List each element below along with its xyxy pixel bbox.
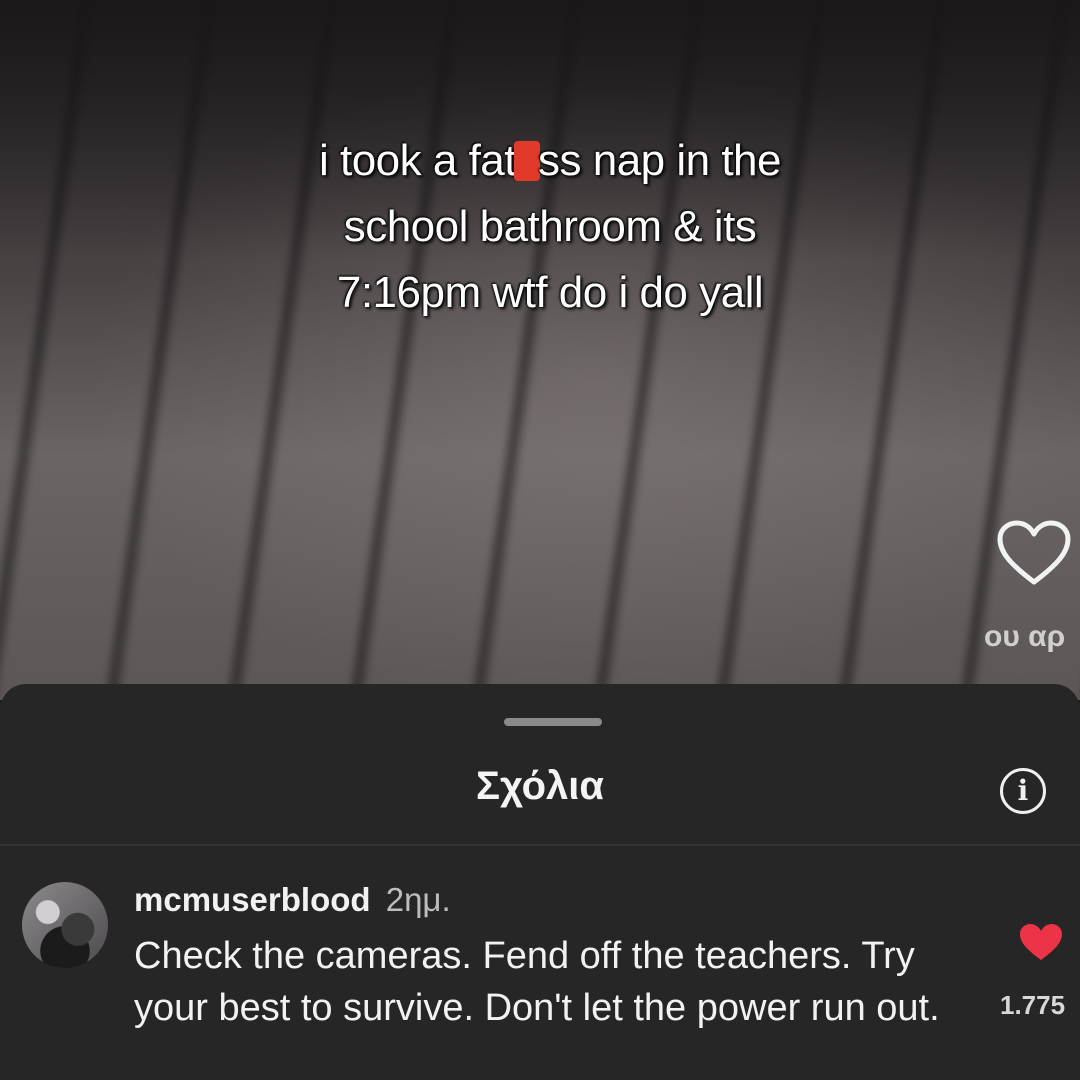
comment-header: mcmuserblood 2ημ. (134, 880, 964, 920)
caption-line-3: 7:16pm wtf do i do yall (336, 268, 764, 317)
video-player[interactable]: i took a fat ss nap in the school bathroo… (0, 0, 1080, 700)
info-icon[interactable]: i (1000, 768, 1046, 814)
caption-part-2: ss nap in the (538, 136, 782, 185)
caption-line-2: school bathroom & its (343, 202, 757, 251)
comment-username[interactable]: mcmuserblood (134, 881, 371, 918)
comment-text: Check the cameras. Fend off the teachers… (134, 935, 940, 1029)
screen: i took a fat ss nap in the school bathroo… (0, 0, 1080, 1080)
sheet-title: Σχόλια (476, 764, 604, 808)
video-caption: i took a fat ss nap in the school bathroo… (180, 128, 920, 326)
heart-outline-icon[interactable] (996, 520, 1072, 586)
sheet-drag-handle[interactable] (504, 718, 602, 726)
censor-mark (514, 141, 540, 181)
comment-timestamp: 2ημ. (385, 881, 451, 918)
comment-item: mcmuserblood 2ημ. Check the cameras. Fen… (134, 880, 964, 1034)
caption-part-1: i took a fat (318, 136, 517, 185)
sheet-divider (0, 844, 1080, 846)
comment-like-count: 1.775 (1000, 990, 1066, 1020)
comment-like-heart-icon[interactable] (1018, 922, 1064, 962)
side-action-label: ου αρ (984, 620, 1066, 653)
avatar[interactable] (22, 882, 108, 968)
comments-sheet: Σχόλια i mcmuserblood 2ημ. Check the cam… (0, 684, 1080, 1080)
